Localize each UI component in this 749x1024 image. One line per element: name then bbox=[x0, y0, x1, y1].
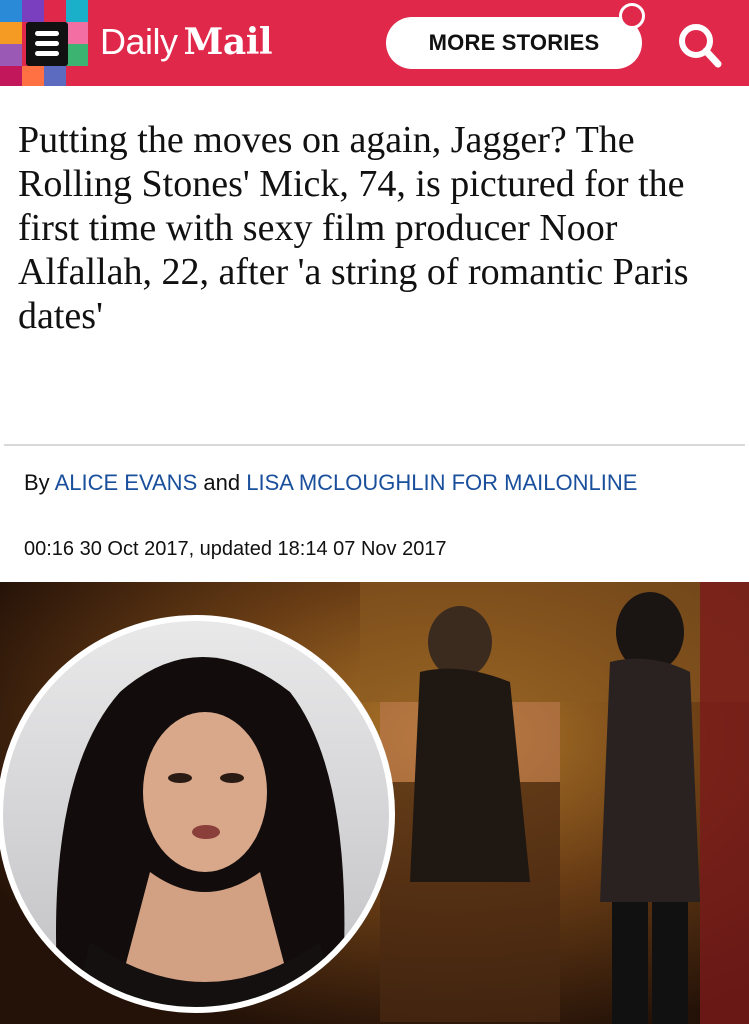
byline-conjunction: and bbox=[203, 470, 241, 495]
menu-icon[interactable] bbox=[26, 22, 68, 66]
notification-dot bbox=[619, 3, 645, 29]
author-link-lisa-mcloughlin[interactable]: LISA MCLOUGHLIN FOR MAILONLINE bbox=[246, 470, 637, 495]
article-photo[interactable] bbox=[0, 582, 749, 1024]
site-logo[interactable]: Daily Mail bbox=[100, 12, 273, 72]
article-timestamp: 00:16 30 Oct 2017, updated 18:14 07 Nov … bbox=[24, 538, 447, 560]
article-headline: Putting the moves on again, Jagger? The … bbox=[18, 119, 689, 337]
more-stories-button[interactable]: MORE STORIES bbox=[386, 17, 642, 69]
divider bbox=[4, 444, 745, 446]
logo-daily: Daily bbox=[100, 21, 178, 62]
byline: By ALICE EVANS and LISA MCLOUGHLIN FOR M… bbox=[24, 466, 724, 500]
site-header: Daily Mail MORE STORIES bbox=[0, 0, 749, 86]
author-link-alice-evans[interactable]: ALICE EVANS bbox=[55, 470, 198, 495]
byline-prefix: By bbox=[24, 470, 50, 495]
search-icon[interactable] bbox=[672, 20, 728, 70]
logo-mail: Mail bbox=[183, 21, 273, 63]
